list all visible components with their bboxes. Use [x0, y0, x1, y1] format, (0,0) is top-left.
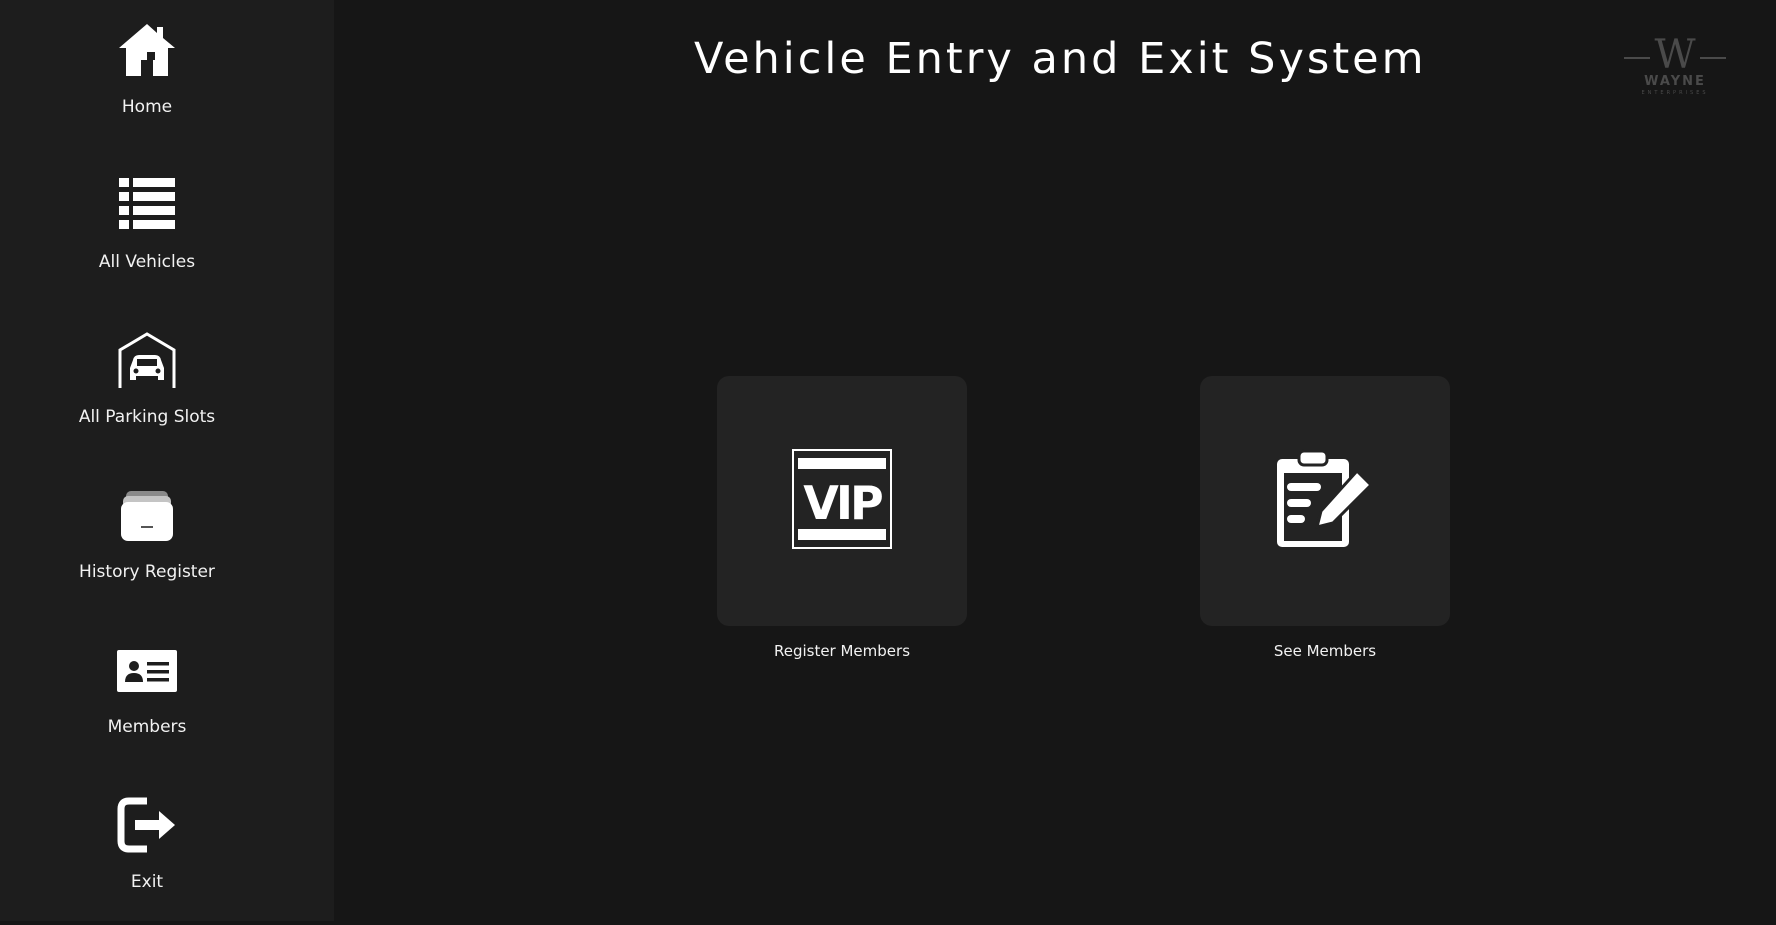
- sidebar-item-label: Exit: [130, 872, 164, 892]
- sidebar-item-label: All Vehicles: [98, 252, 196, 272]
- sidebar-item-label: Members: [107, 717, 187, 737]
- home-icon: [117, 20, 177, 80]
- vip-icon: VIP: [792, 449, 892, 549]
- main-content: Vehicle Entry and Exit System W WAYNE EN…: [334, 0, 1776, 921]
- logo-text: WAYNE: [1644, 74, 1706, 89]
- sidebar-item-all-parking-slots[interactable]: All Parking Slots: [0, 310, 294, 460]
- page-title: Vehicle Entry and Exit System: [694, 34, 1427, 84]
- clipboard-edit-icon: [1275, 449, 1375, 549]
- list-icon: [117, 175, 177, 235]
- sidebar-item-label: All Parking Slots: [78, 407, 216, 427]
- register-members-label[interactable]: Register Members: [717, 642, 967, 660]
- logo-mark: W: [1654, 32, 1695, 78]
- register-members-button[interactable]: VIP: [717, 376, 967, 626]
- exit-icon: [117, 795, 177, 855]
- sidebar-item-label: Home: [121, 97, 173, 117]
- sidebar-item-home[interactable]: Home: [0, 0, 294, 150]
- sidebar-item-label: History Register: [79, 562, 215, 582]
- logo-subtext: ENTERPRISES: [1641, 90, 1709, 96]
- sidebar: Home All Vehicles All Parking Slots Hist…: [0, 0, 334, 921]
- see-members-label[interactable]: See Members: [1200, 642, 1450, 660]
- see-members-button[interactable]: [1200, 376, 1450, 626]
- sidebar-item-exit[interactable]: Exit: [0, 775, 294, 925]
- sidebar-item-all-vehicles[interactable]: All Vehicles: [0, 155, 294, 305]
- sidebar-item-history-register[interactable]: History Register: [0, 465, 294, 615]
- wayne-enterprises-logo: W WAYNE ENTERPRISES: [1620, 28, 1730, 102]
- sidebar-item-members[interactable]: Members: [0, 620, 294, 770]
- archive-icon: [117, 485, 177, 545]
- garage-car-icon: [117, 330, 177, 390]
- svg-text:VIP: VIP: [803, 476, 882, 530]
- id-card-icon: [117, 640, 177, 700]
